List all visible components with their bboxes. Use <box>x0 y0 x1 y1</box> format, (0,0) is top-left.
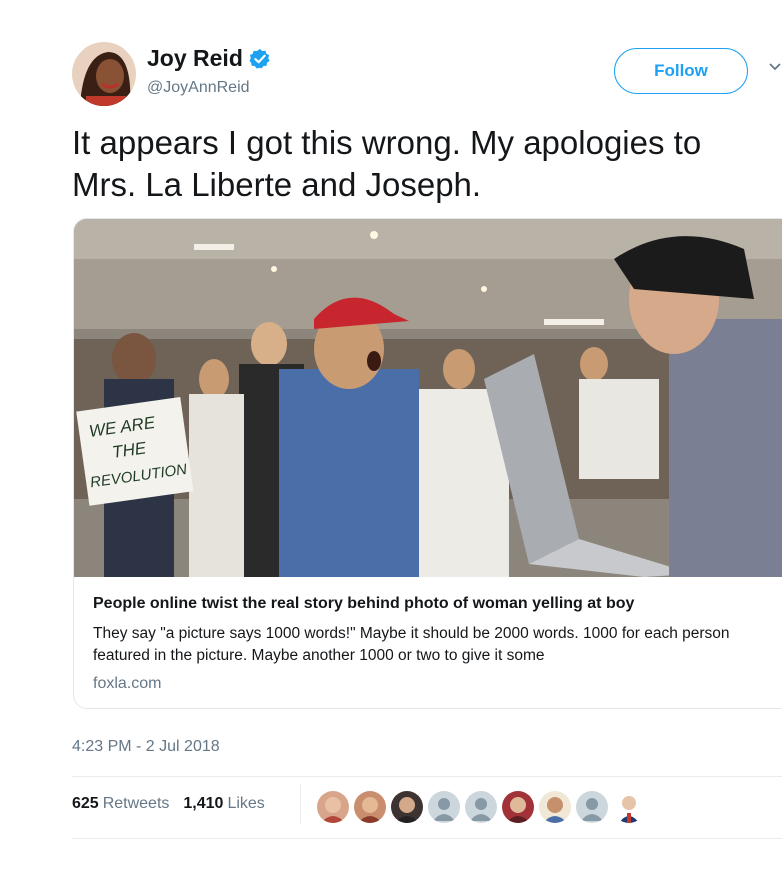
display-name[interactable]: Joy Reid <box>147 45 243 72</box>
verified-badge-icon <box>249 48 270 68</box>
divider <box>72 838 782 839</box>
retweets-stat[interactable]: 625 Retweets <box>72 795 169 813</box>
liker-avatar[interactable] <box>613 791 645 823</box>
divider <box>72 776 782 777</box>
card-domain[interactable]: foxla.com <box>93 675 161 693</box>
liker-avatar-default[interactable] <box>576 791 608 823</box>
liker-avatar[interactable] <box>391 791 423 823</box>
liker-avatar[interactable] <box>539 791 571 823</box>
card-description: They say "a picture says 1000 words!" Ma… <box>93 625 730 664</box>
follow-button[interactable]: Follow <box>614 48 748 94</box>
liker-avatar-default[interactable] <box>428 791 460 823</box>
tweet-stats: 625 Retweets 1,410 Likes <box>72 795 279 813</box>
chevron-down-icon[interactable] <box>768 60 782 74</box>
retweets-label: Retweets <box>102 795 170 812</box>
card-photo[interactable]: WE ARE THE REVOLUTION <box>74 219 782 577</box>
tweet-timestamp[interactable]: 4:23 PM - 2 Jul 2018 <box>72 738 220 756</box>
tweet-text: It appears I got this wrong. My apologie… <box>72 124 702 203</box>
liker-avatar[interactable] <box>502 791 534 823</box>
likes-stat[interactable]: 1,410 Likes <box>183 795 264 813</box>
liker-avatar[interactable] <box>354 791 386 823</box>
likes-count: 1,410 <box>183 795 224 812</box>
user-handle[interactable]: @JoyAnnReid <box>147 79 250 97</box>
likes-label: Likes <box>227 795 265 812</box>
user-avatar[interactable] <box>72 42 136 106</box>
stats-separator <box>300 784 301 824</box>
liker-avatar[interactable] <box>317 791 349 823</box>
likers-avatars <box>317 791 645 823</box>
name-row: Joy Reid <box>147 45 271 72</box>
link-card[interactable]: WE ARE THE REVOLUTION People online twis… <box>73 218 782 709</box>
card-title[interactable]: People online twist the real story behin… <box>93 595 634 613</box>
liker-avatar-default[interactable] <box>465 791 497 823</box>
retweets-count: 625 <box>72 795 99 812</box>
